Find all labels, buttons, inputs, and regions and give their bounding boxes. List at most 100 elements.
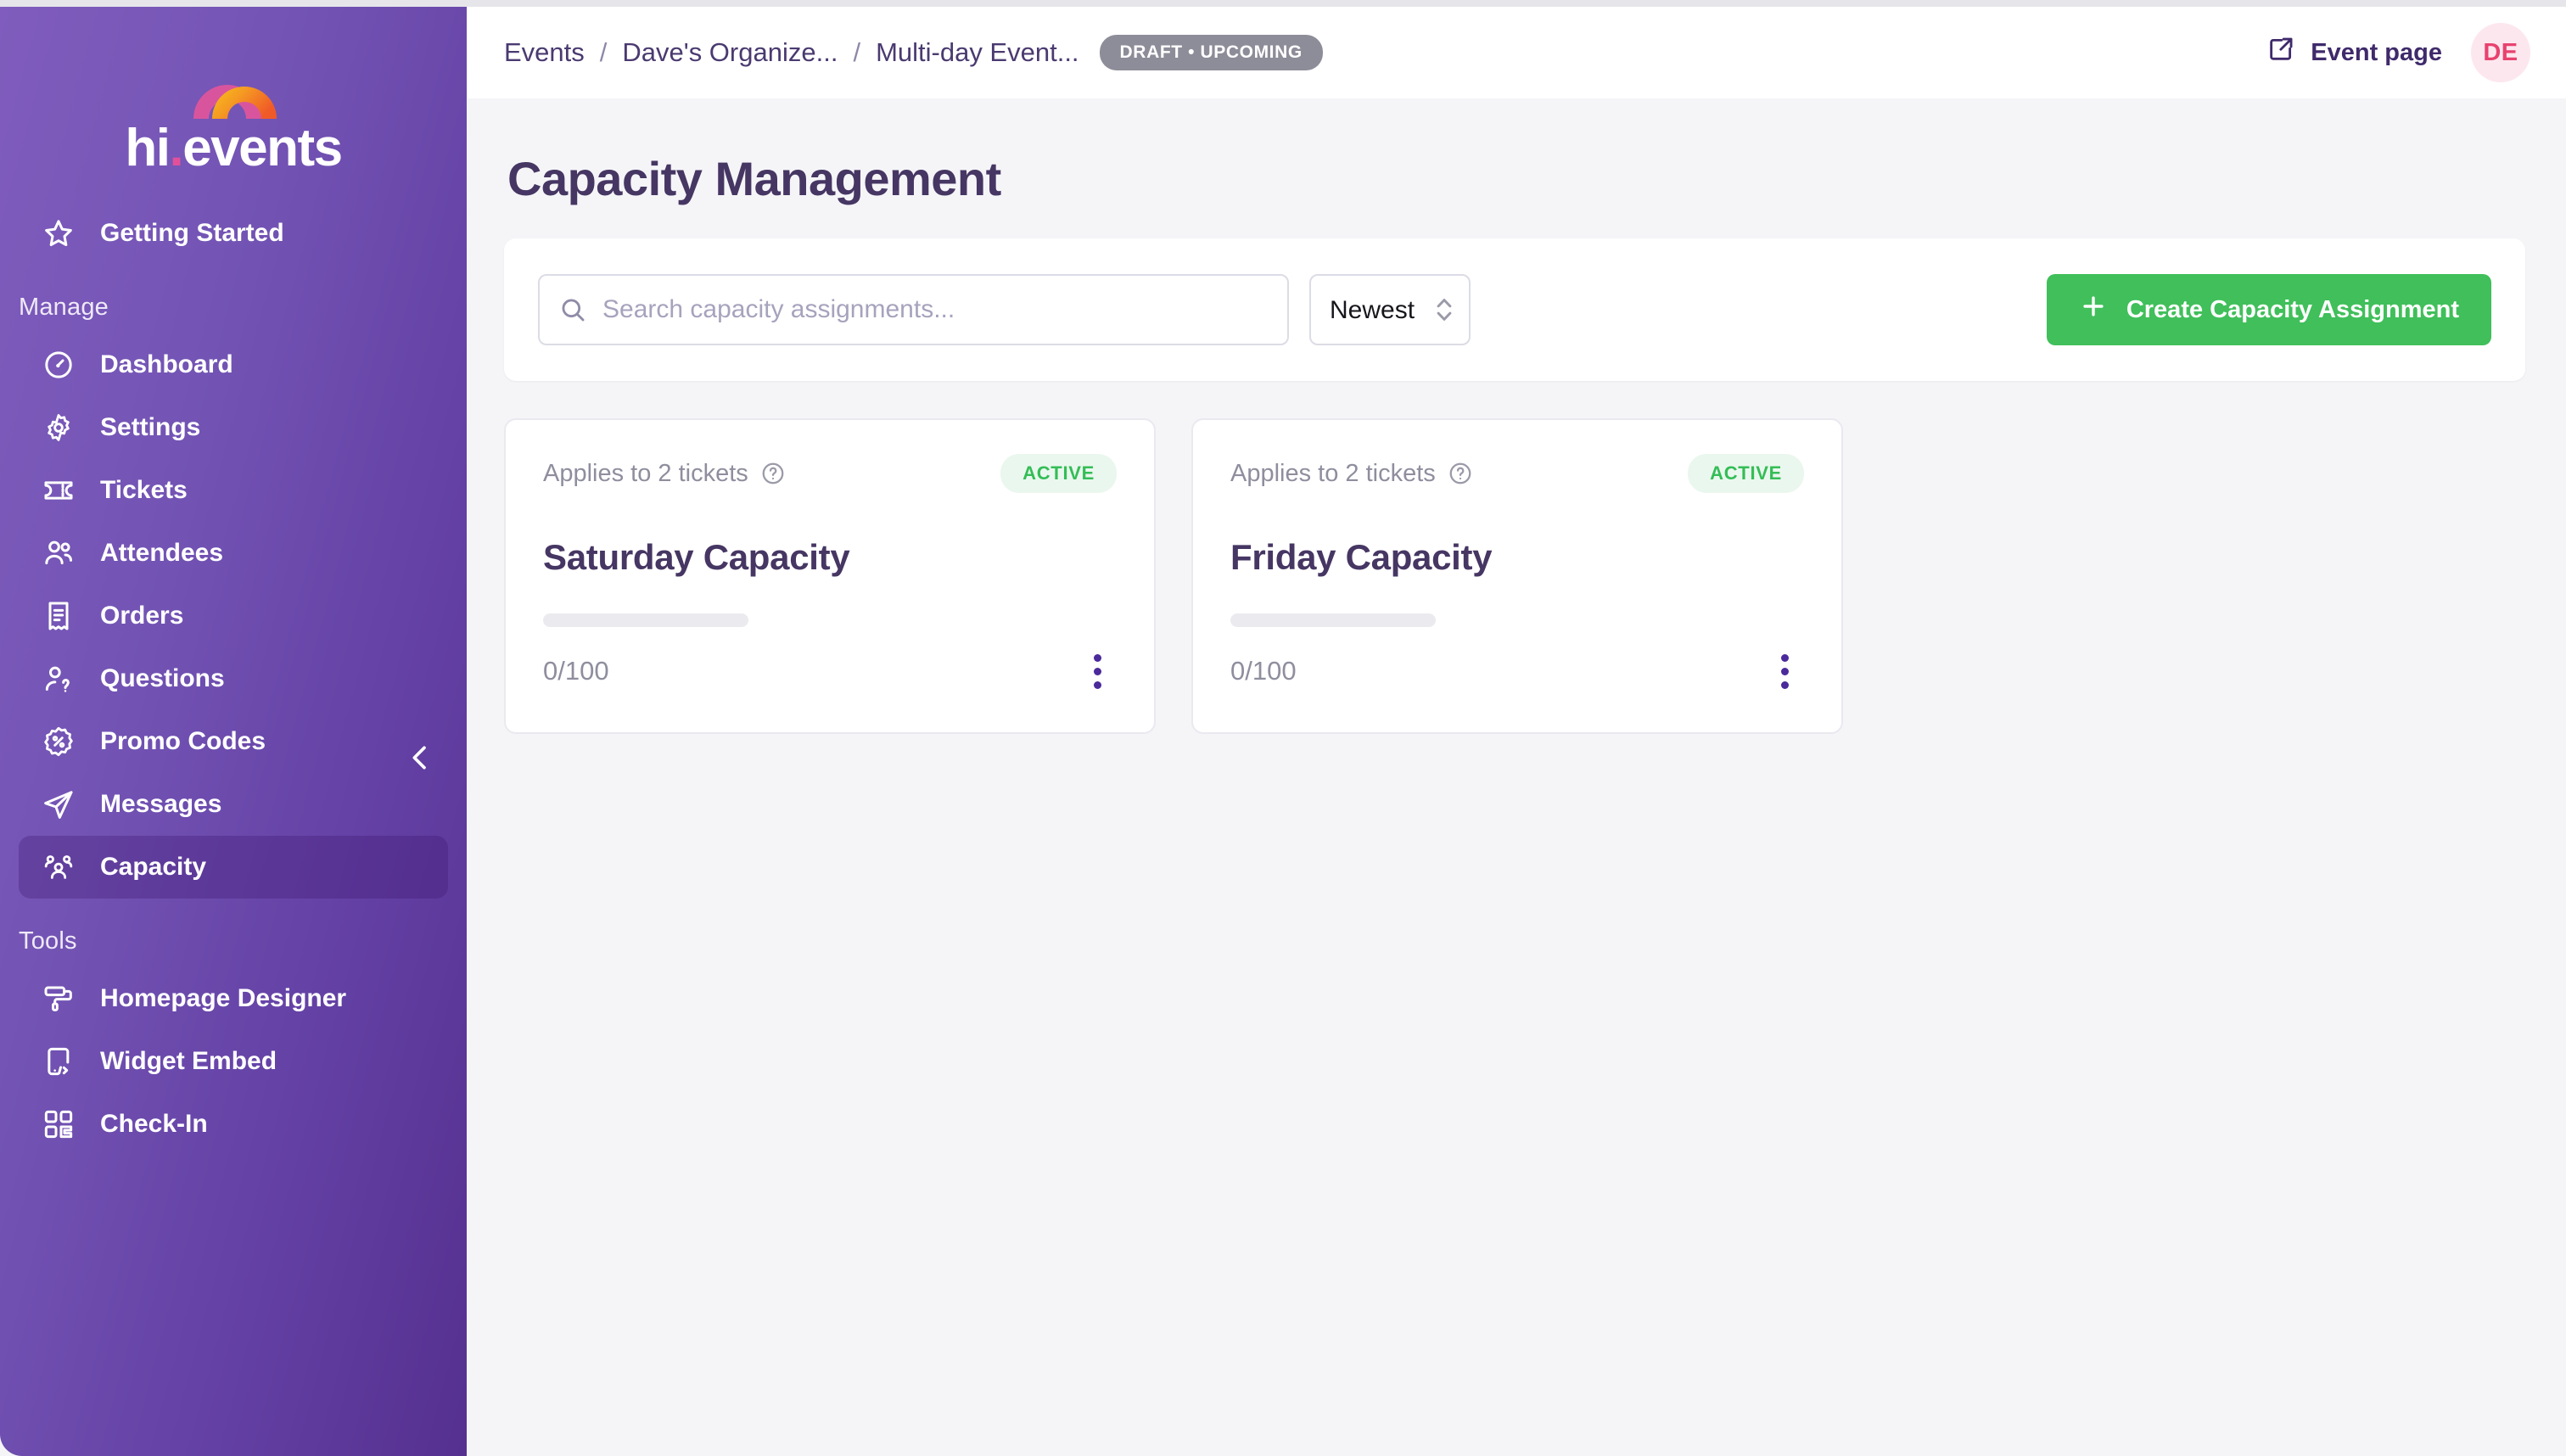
paint-roller-icon <box>41 981 76 1016</box>
brand-prefix: hi <box>125 119 171 177</box>
sidebar-item-label: Messages <box>100 790 222 818</box>
capacity-progress-bar <box>1230 613 1436 627</box>
applies-to-label: Applies to 2 tickets <box>1230 459 1436 487</box>
brand-wordmark: hi.events <box>125 119 343 177</box>
page-title: Capacity Management <box>507 152 1001 205</box>
sidebar-item-settings[interactable]: Settings <box>19 396 448 459</box>
sidebar-item-label: Homepage Designer <box>100 984 347 1012</box>
capacity-count: 0/100 <box>1230 656 1297 686</box>
sidebar-item-label: Capacity <box>100 853 207 881</box>
help-circle-icon[interactable] <box>760 461 786 486</box>
capacity-status-badge: ACTIVE <box>1688 454 1804 493</box>
sidebar: hi.events Getting Started Manage Dashboa… <box>0 7 467 1456</box>
breadcrumb-separator: / <box>599 37 608 67</box>
create-capacity-assignment-label: Create Capacity Assignment <box>2126 295 2459 323</box>
sidebar-item-check-in[interactable]: Check-In <box>19 1093 448 1156</box>
capacity-count: 0/100 <box>543 656 609 686</box>
breadcrumb-item-organizer[interactable]: Dave's Organize... <box>622 37 838 68</box>
sidebar-section-tools-title: Tools <box>19 927 77 955</box>
brand-logo[interactable]: hi.events <box>0 7 467 193</box>
sidebar-item-label: Orders <box>100 602 184 630</box>
sidebar-item-dashboard[interactable]: Dashboard <box>19 333 448 396</box>
breadcrumb-item-events[interactable]: Events <box>504 37 585 68</box>
capacity-cards-grid: Applies to 2 tickets ACTIVE Saturday Cap… <box>504 418 2525 734</box>
kebab-menu-icon[interactable] <box>1078 647 1117 695</box>
event-page-link[interactable]: Event page <box>2266 35 2442 70</box>
applies-to-row: Applies to 2 tickets <box>543 460 786 488</box>
brand-suffix: events <box>182 119 343 177</box>
main-content: Capacity Management Newest first <box>467 98 2566 1456</box>
kebab-dot <box>1093 667 1101 675</box>
chevron-left-icon <box>403 741 437 779</box>
capacity-status-badge: ACTIVE <box>1000 454 1117 493</box>
breadcrumb-item-event[interactable]: Multi-day Event... <box>876 37 1079 68</box>
star-icon <box>41 216 76 251</box>
capacity-card-footer: 0/100 <box>543 647 1117 695</box>
status-badge: DRAFT • UPCOMING <box>1099 35 1323 70</box>
sidebar-item-attendees[interactable]: Attendees <box>19 522 448 585</box>
sidebar-section-manage-title: Manage <box>19 294 109 321</box>
sidebar-item-promo-codes[interactable]: Promo Codes <box>19 710 448 773</box>
top-header: Events / Dave's Organize... / Multi-day … <box>467 7 2566 98</box>
device-code-icon <box>41 1044 76 1079</box>
users-icon <box>41 535 76 571</box>
plus-icon <box>2079 292 2108 328</box>
kebab-dot <box>1093 680 1101 689</box>
sort-select[interactable]: Newest first <box>1309 274 1471 345</box>
sidebar-item-getting-started[interactable]: Getting Started <box>19 202 448 265</box>
sidebar-item-label: Questions <box>100 664 225 692</box>
capacity-card-title: Saturday Capacity <box>543 537 850 577</box>
sidebar-item-tickets[interactable]: Tickets <box>19 459 448 522</box>
brand-dot: . <box>169 119 183 177</box>
applies-to-label: Applies to 2 tickets <box>543 459 748 487</box>
kebab-dot <box>1780 680 1789 689</box>
capacity-progress-bar <box>543 613 748 627</box>
gauge-icon <box>41 347 76 383</box>
kebab-dot <box>1093 653 1101 662</box>
sidebar-item-orders[interactable]: Orders <box>19 585 448 647</box>
sidebar-item-label: Dashboard <box>100 350 233 378</box>
user-question-icon <box>41 661 76 697</box>
sidebar-item-label: Settings <box>100 413 201 441</box>
sidebar-item-capacity[interactable]: Capacity <box>19 836 448 899</box>
sort-select-wrap: Newest first <box>1309 274 1471 345</box>
sidebar-item-messages[interactable]: Messages <box>19 773 448 836</box>
search-box <box>538 274 1289 345</box>
event-page-label: Event page <box>2311 38 2442 66</box>
sidebar-item-label: Promo Codes <box>100 727 266 755</box>
avatar[interactable]: DE <box>2471 23 2530 82</box>
kebab-dot <box>1780 653 1789 662</box>
browser-top-strip <box>0 0 2566 7</box>
sidebar-item-homepage-designer[interactable]: Homepage Designer <box>19 967 448 1030</box>
sidebar-collapse-button[interactable] <box>397 736 443 782</box>
kebab-dot <box>1780 667 1789 675</box>
external-link-icon <box>2266 35 2295 70</box>
toolbar: Newest first Create Capacity Assignment <box>504 238 2525 381</box>
breadcrumb: Events / Dave's Organize... / Multi-day … <box>504 35 1323 70</box>
qr-code-icon <box>41 1106 76 1142</box>
receipt-icon <box>41 598 76 634</box>
gear-icon <box>41 410 76 445</box>
ticket-icon <box>41 473 76 508</box>
capacity-card-footer: 0/100 <box>1230 647 1804 695</box>
capacity-card-header: Applies to 2 tickets ACTIVE <box>543 454 1117 493</box>
kebab-menu-icon[interactable] <box>1765 647 1804 695</box>
sidebar-item-label: Attendees <box>100 539 224 567</box>
app-root: hi.events Getting Started Manage Dashboa… <box>0 0 2566 1456</box>
sidebar-item-label: Tickets <box>100 476 188 504</box>
breadcrumb-separator: / <box>853 37 861 67</box>
header-actions: Event page DE <box>2266 23 2530 82</box>
sidebar-item-label: Check-In <box>100 1110 208 1138</box>
help-circle-icon[interactable] <box>1448 461 1473 486</box>
capacity-card[interactable]: Applies to 2 tickets ACTIVE Friday Capac… <box>1191 418 1843 734</box>
sidebar-item-widget-embed[interactable]: Widget Embed <box>19 1030 448 1093</box>
sidebar-item-label: Getting Started <box>100 219 284 247</box>
capacity-card[interactable]: Applies to 2 tickets ACTIVE Saturday Cap… <box>504 418 1156 734</box>
search-input[interactable] <box>538 274 1289 345</box>
create-capacity-assignment-button[interactable]: Create Capacity Assignment <box>2046 274 2491 345</box>
percent-badge-icon <box>41 724 76 759</box>
sidebar-item-label: Widget Embed <box>100 1047 277 1075</box>
sidebar-item-questions[interactable]: Questions <box>19 647 448 710</box>
capacity-group-icon <box>41 849 76 885</box>
paper-plane-icon <box>41 787 76 822</box>
